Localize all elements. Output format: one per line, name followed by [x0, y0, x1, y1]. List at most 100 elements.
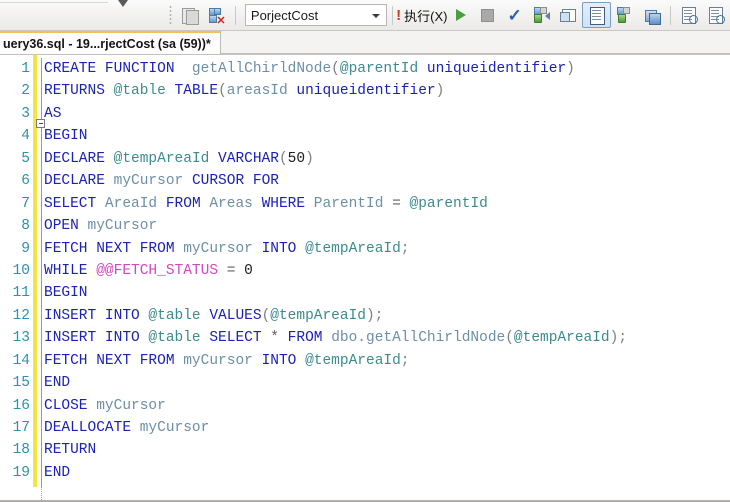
code-token: myCursor [183, 352, 253, 369]
code-token: @@FETCH_STATUS [96, 262, 219, 279]
code-token: 0 [244, 262, 253, 279]
code-line: FETCH NEXT FROM myCursor INTO @tempAreaI… [44, 238, 627, 260]
code-token: CURSOR FOR [191, 173, 279, 190]
code-token: FETCH NEXT FROM [44, 352, 184, 369]
line-number-column: 1 2 3 4 5 6 7 8 9 10 11 12 13 14 15 16 17 18 19 [0, 58, 30, 484]
code-token: INSERT INTO [44, 307, 149, 324]
include-client-statistics-icon[interactable] [638, 3, 665, 27]
uncomment-icon[interactable] [703, 3, 730, 27]
code-text-area[interactable]: CREATE FUNCTION getAllChirldNode(@parent… [44, 58, 627, 484]
include-actual-plan-icon[interactable] [611, 3, 638, 27]
code-token: @tempAreaId [305, 352, 401, 369]
code-token: myCursor [96, 397, 166, 414]
code-line: FETCH NEXT FROM myCursor INTO @tempAreaI… [44, 350, 627, 372]
cancel-parse-icon[interactable]: ✕ [203, 3, 230, 27]
query-options-icon[interactable] [555, 3, 582, 27]
code-line: CREATE FUNCTION getAllChirldNode(@parent… [44, 58, 627, 80]
code-token: 50 [287, 150, 306, 167]
code-line: OPEN myCursor [44, 215, 627, 237]
code-line: RETURN [44, 439, 627, 461]
line-number: 13 [12, 330, 30, 347]
code-token: ( [261, 307, 271, 324]
code-token: ParentId [313, 195, 384, 212]
code-line: DEALLOCATE myCursor [44, 417, 627, 439]
code-token: DECLARE [44, 173, 114, 190]
code-line: END [44, 462, 627, 484]
line-number: 2 [21, 83, 30, 100]
code-token: BEGIN [44, 128, 88, 145]
code-token: = [392, 195, 401, 212]
line-number: 17 [12, 420, 30, 436]
code-token: myCursor [183, 240, 253, 257]
code-line: WHILE @@FETCH_STATUS = 0 [44, 260, 627, 282]
execute-label: 执行(X) [404, 8, 448, 24]
code-token: END [44, 464, 71, 481]
code-token: @tempAreaId [513, 330, 610, 347]
code-token: @table [148, 330, 201, 347]
code-token: uniqueidentifier [426, 61, 567, 77]
line-number: 12 [12, 307, 30, 324]
code-token: INSERT INTO [44, 330, 149, 347]
ssms-query-editor-window: ✕ PorjectCost ! 执行(X) ✓ uery36.sql - 19.… [0, 0, 730, 502]
code-token: FROM [165, 195, 210, 212]
code-token: @parentId [339, 61, 419, 77]
code-line: SELECT AreaId FROM Areas WHERE ParentId … [44, 193, 627, 215]
line-number: 6 [21, 173, 30, 190]
code-token: @tempAreaId [270, 307, 366, 324]
line-number: 5 [21, 150, 30, 167]
database-selector[interactable]: PorjectCost [244, 4, 387, 26]
code-token: @tempAreaId [305, 240, 401, 257]
line-number: 14 [12, 352, 30, 369]
code-token: INTO [261, 240, 306, 257]
code-token: TABLE [174, 83, 219, 100]
code-line: AS [44, 103, 627, 125]
tab-active-query-document[interactable]: uery36.sql - 19...rjectCost (sa (59))* [0, 31, 221, 54]
toolbar-drag-grip[interactable] [167, 5, 174, 25]
code-line: INSERT INTO @table VALUES(@tempAreaId); [44, 305, 627, 327]
code-token: RETURN [44, 442, 97, 459]
code-token: CREATE FUNCTION [44, 61, 184, 77]
code-token: * [270, 330, 279, 347]
code-token: ); [609, 330, 628, 347]
code-token: DECLARE [44, 150, 114, 167]
toolbar-separator [235, 5, 236, 25]
code-token: ( [505, 330, 514, 347]
chevron-down-icon[interactable] [371, 14, 380, 18]
code-token: ) [566, 61, 575, 77]
code-token: WHERE [261, 195, 314, 212]
line-number: 16 [12, 397, 30, 414]
code-token: @table [148, 307, 201, 324]
execute-button[interactable]: ! 执行(X) [396, 3, 448, 27]
debug-play-icon[interactable] [447, 3, 474, 27]
code-token: RETURNS [44, 83, 114, 100]
comment-icon[interactable] [676, 3, 703, 27]
line-number: 18 [12, 442, 30, 459]
sql-code-editor[interactable]: 1 2 3 4 5 6 7 8 9 10 11 12 13 14 15 16 17 18 19 CREATE FUN… [0, 55, 730, 501]
toolbar-overflow-arrow-icon[interactable] [116, 0, 130, 12]
code-token: ) [305, 150, 314, 167]
toolbar-separator [391, 5, 393, 25]
code-token: uniqueidentifier [296, 83, 436, 100]
code-token: SELECT [209, 330, 271, 347]
new-query-window-icon[interactable] [176, 3, 203, 27]
toolbar-left-spacer [0, 0, 163, 30]
code-token: VARCHAR [218, 150, 279, 167]
code-token: SELECT [44, 195, 105, 212]
display-estimated-plan-icon[interactable] [528, 3, 555, 27]
parse-check-icon[interactable]: ✓ [501, 3, 528, 27]
code-line: CLOSE myCursor [44, 395, 627, 417]
code-token: ; [400, 240, 410, 257]
stop-icon[interactable] [474, 3, 501, 27]
code-token: ( [331, 61, 340, 77]
code-token: FETCH NEXT FROM [44, 240, 184, 257]
code-token: AS [44, 105, 62, 122]
code-token: ); [365, 307, 384, 324]
results-to-text-icon[interactable] [582, 2, 612, 28]
code-line: END [44, 372, 627, 394]
